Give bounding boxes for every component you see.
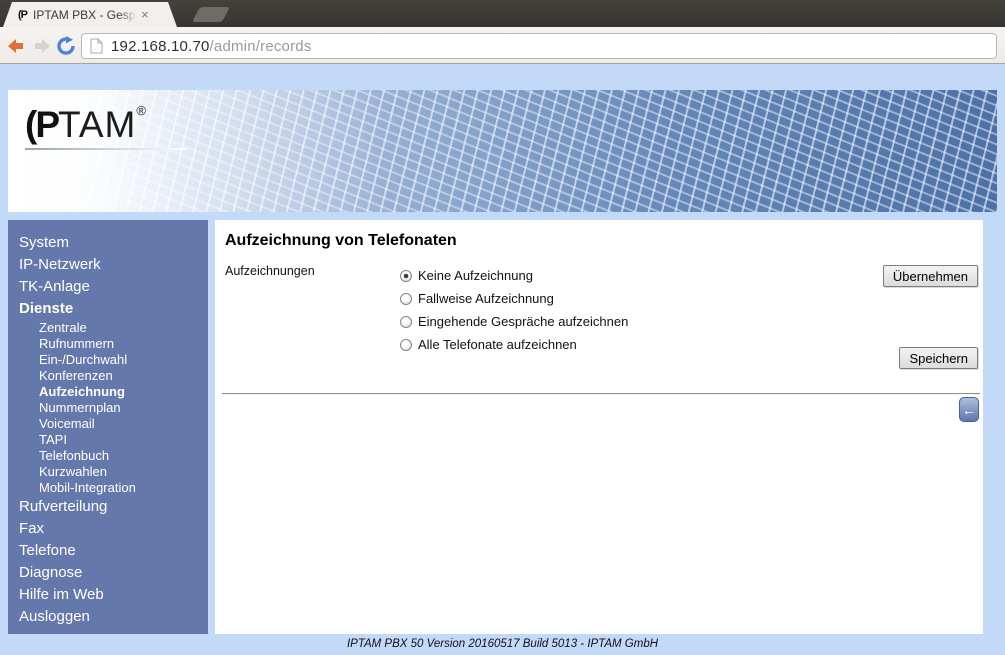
- url-host: 192.168.10.70: [111, 37, 210, 55]
- radio-label: Eingehende Gespräche aufzeichnen: [418, 314, 629, 329]
- sidebar-nav: System IP-Netzwerk TK-Anlage Dienste Zen…: [8, 220, 208, 634]
- address-bar[interactable]: 192.168.10.70/admin/records: [81, 33, 997, 59]
- sidebar-item-voicemail[interactable]: Voicemail: [8, 416, 208, 432]
- horizontal-divider: [222, 393, 980, 395]
- iptam-banner: (PTAM®: [8, 90, 997, 212]
- sidebar-item-dienste[interactable]: Dienste: [8, 298, 208, 320]
- radio-button[interactable]: [400, 292, 412, 305]
- tab-title: IPTAM PBX - Gespräch: [33, 7, 136, 22]
- radio-button[interactable]: [400, 315, 412, 328]
- forward-icon[interactable]: [31, 36, 53, 56]
- radio-label: Alle Telefonate aufzeichnen: [418, 337, 577, 352]
- left-arrow-icon: ←: [962, 401, 976, 418]
- reload-icon[interactable]: [56, 36, 78, 56]
- sidebar-item-konferenzen[interactable]: Konferenzen: [8, 368, 208, 384]
- iptam-logo: (PTAM®: [25, 103, 187, 150]
- browser-tab[interactable]: (P IPTAM PBX - Gespräch ×: [3, 2, 177, 27]
- back-nav-button[interactable]: ←: [959, 397, 979, 422]
- recordings-field-label: Aufzeichnungen: [225, 264, 315, 278]
- sidebar-item-mobil-integration[interactable]: Mobil-Integration: [8, 480, 208, 496]
- radio-row-eingehende-gespraeche[interactable]: Eingehende Gespräche aufzeichnen: [400, 314, 628, 329]
- radio-label: Fallweise Aufzeichnung: [418, 291, 554, 306]
- radio-row-fallweise-aufzeichnung[interactable]: Fallweise Aufzeichnung: [400, 291, 628, 306]
- footer-version-text: IPTAM PBX 50 Version 20160517 Build 5013…: [346, 638, 659, 650]
- recording-mode-radio-group: Keine Aufzeichnung Fallweise Aufzeichnun…: [400, 268, 628, 352]
- registered-mark: ®: [136, 103, 146, 118]
- sidebar-item-zentrale[interactable]: Zentrale: [8, 320, 208, 336]
- sidebar-item-tapi[interactable]: TAPI: [8, 432, 208, 448]
- sidebar-item-tk-anlage[interactable]: TK-Anlage: [8, 276, 208, 298]
- page-document-icon: [90, 38, 103, 54]
- sidebar-item-fax[interactable]: Fax: [8, 518, 208, 540]
- sidebar-item-ip-netzwerk[interactable]: IP-Netzwerk: [8, 254, 208, 276]
- radio-label: Keine Aufzeichnung: [418, 268, 533, 283]
- sidebar-item-rufnummern[interactable]: Rufnummern: [8, 336, 208, 352]
- radio-button[interactable]: [400, 338, 412, 351]
- tab-strip: (P IPTAM PBX - Gespräch ×: [0, 0, 1005, 27]
- page-title: Aufzeichnung von Telefonaten: [225, 232, 457, 249]
- sidebar-item-rufverteilung[interactable]: Rufverteilung: [8, 496, 208, 518]
- browser-window: (P IPTAM PBX - Gespräch × 192.168.10.70/…: [0, 0, 1005, 655]
- page-body: (PTAM® System IP-Netzwerk TK-Anlage Dien…: [0, 64, 1005, 655]
- logo-ip-text: (P: [25, 104, 60, 145]
- radio-row-alle-telefonate[interactable]: Alle Telefonate aufzeichnen: [400, 337, 628, 352]
- save-button[interactable]: Speichern: [899, 347, 978, 369]
- sidebar-item-nummernplan[interactable]: Nummernplan: [8, 400, 208, 416]
- sidebar-item-aufzeichnung[interactable]: Aufzeichnung: [8, 384, 208, 400]
- apply-button[interactable]: Übernehmen: [882, 265, 978, 287]
- sidebar-item-ein-durchwahl[interactable]: Ein-/Durchwahl: [8, 352, 208, 368]
- radio-row-keine-aufzeichnung[interactable]: Keine Aufzeichnung: [400, 268, 628, 283]
- radio-button[interactable]: [400, 269, 412, 282]
- new-tab-button[interactable]: [192, 7, 230, 22]
- sidebar-item-telefone[interactable]: Telefone: [8, 540, 208, 562]
- sidebar-item-ausloggen[interactable]: Ausloggen: [8, 606, 208, 628]
- sidebar-item-system[interactable]: System: [8, 232, 208, 254]
- back-icon[interactable]: [5, 36, 27, 56]
- sidebar-item-telefonbuch[interactable]: Telefonbuch: [8, 448, 208, 464]
- url-path: /admin/records: [209, 37, 312, 55]
- sidebar-item-diagnose[interactable]: Diagnose: [8, 562, 208, 584]
- iptam-favicon-icon: (P: [18, 8, 27, 21]
- sidebar-item-hilfe-im-web[interactable]: Hilfe im Web: [8, 584, 208, 606]
- logo-tam-text: TAM: [58, 104, 137, 145]
- main-content: Aufzeichnung von Telefonaten Aufzeichnun…: [215, 220, 983, 634]
- logo-underline: [25, 148, 187, 150]
- sidebar-item-kurzwahlen[interactable]: Kurzwahlen: [8, 464, 208, 480]
- tab-close-icon[interactable]: ×: [141, 8, 149, 21]
